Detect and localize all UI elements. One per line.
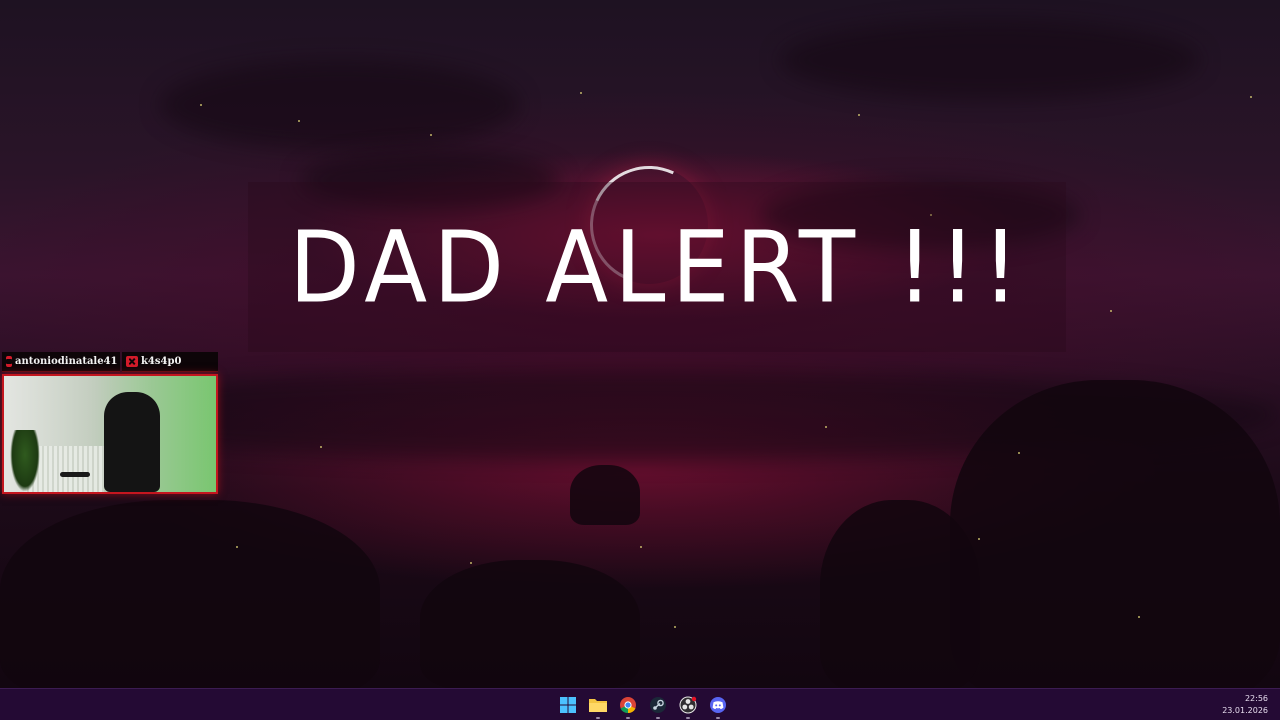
wallpaper-rock [0,500,380,688]
wallpaper-rock [950,380,1280,688]
wallpaper-star [674,626,676,628]
alert-text: DAD ALERT !!! [289,209,1025,325]
wallpaper-cloud [160,60,520,150]
windows-start-icon [560,697,576,713]
steam-icon [650,697,666,713]
wallpaper-star [1250,96,1252,98]
wallpaper-rock [420,560,640,688]
running-indicator [716,717,720,719]
running-indicator [656,717,660,719]
obs-icon [679,696,697,714]
social-tag-x: k4s4p0 [122,352,218,372]
social-tag-youtube: antoniodinatale41 [2,352,120,372]
running-indicator [626,717,630,719]
webcam-feed [2,374,218,494]
taskbar-start-button[interactable] [556,693,580,717]
taskbar-steam-button[interactable] [646,693,670,719]
chrome-icon [620,697,636,714]
wallpaper-star [320,446,322,448]
social-tag-name: antoniodinatale41 [15,356,118,367]
running-indicator [686,717,690,719]
wallpaper-cloud [780,20,1200,100]
taskbar-chrome-button[interactable] [616,693,640,719]
webcam-plant [10,430,40,492]
taskbar-app-icons [556,693,730,719]
webcam-social-tags: antoniodinatale41 k4s4p0 [2,352,218,372]
wallpaper-star [1138,616,1140,618]
wallpaper-star [640,546,642,548]
wallpaper-star [430,134,432,136]
wallpaper-star [825,426,827,428]
taskbar-obs-button[interactable] [676,693,700,719]
wallpaper-star [978,538,980,540]
wallpaper-star [470,562,472,564]
wallpaper-star [858,114,860,116]
folder-icon [589,699,607,712]
clock-date: 23.01.2026 [1222,706,1268,715]
alert-banner: DAD ALERT !!! [248,182,1066,352]
running-indicator [596,717,600,719]
clock-time: 22:56 [1244,694,1268,703]
webcam-chair-arm [60,472,90,477]
youtube-icon [6,356,12,367]
taskbar-file-explorer-button[interactable] [586,693,610,719]
taskbar: 22:56 23.01.2026 [0,688,1280,720]
wallpaper-rock [570,465,640,525]
x-icon [126,356,138,367]
taskbar-clock[interactable]: 22:56 23.01.2026 [1222,693,1268,717]
wallpaper-star [1018,452,1020,454]
wallpaper-star [1110,310,1112,312]
social-tag-name: k4s4p0 [141,356,182,367]
wallpaper-star [580,92,582,94]
webcam-gaming-chair [104,392,160,492]
wallpaper-star [236,546,238,548]
wallpaper-star [200,104,202,106]
wallpaper-star [298,120,300,122]
taskbar-discord-button[interactable] [706,693,730,719]
discord-icon [710,697,726,713]
wallpaper-rock [820,500,980,688]
